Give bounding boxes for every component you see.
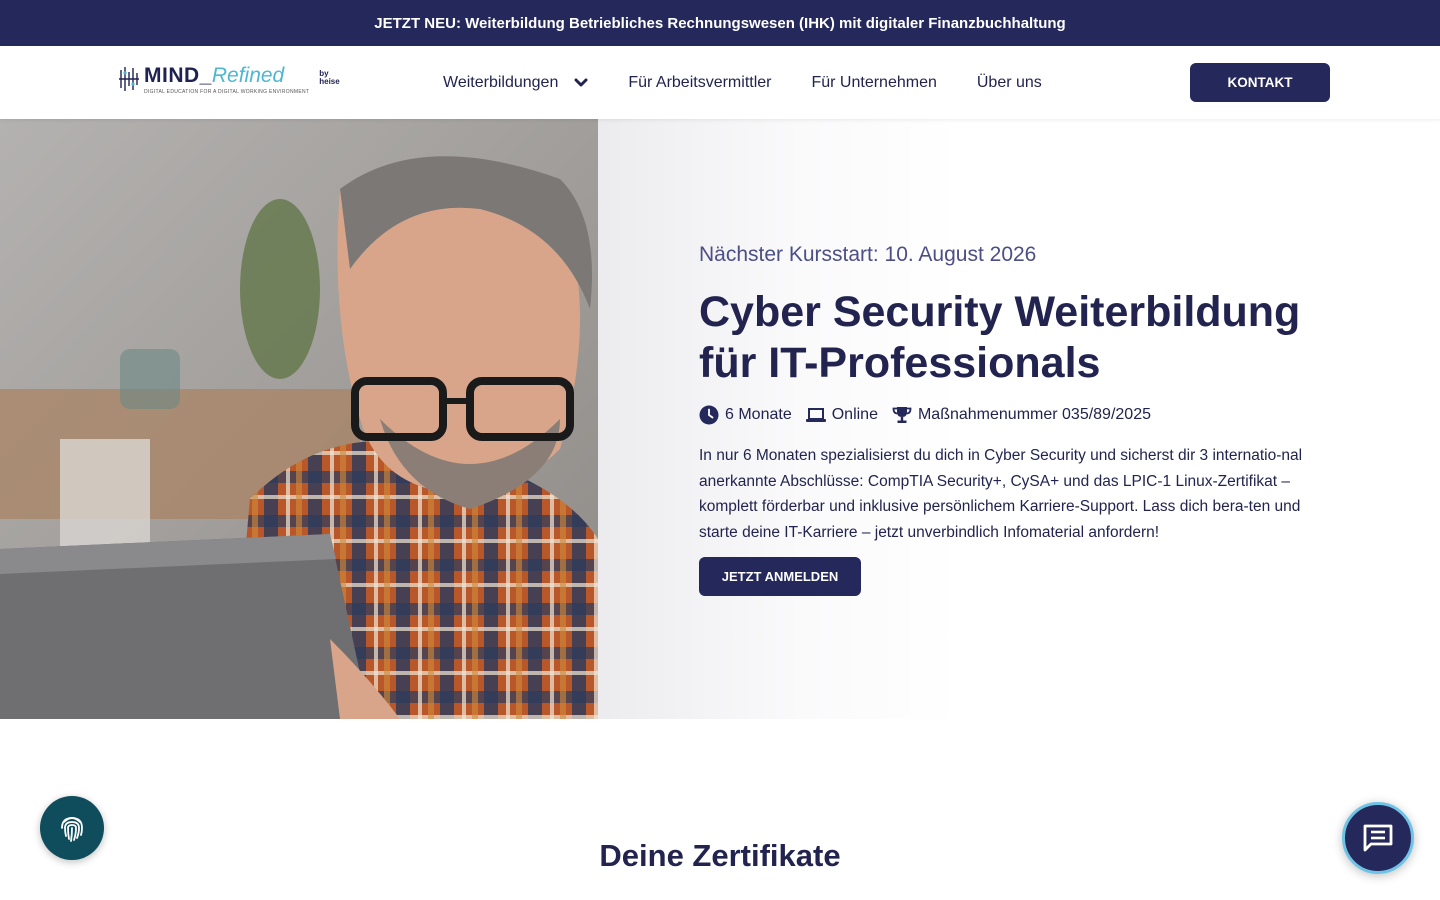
- laptop-icon: [805, 408, 826, 422]
- meta-format: Online: [805, 406, 878, 424]
- meta-format-text: Online: [831, 406, 878, 423]
- nav-item-weiterbildungen[interactable]: Weiterbildungen: [443, 74, 588, 92]
- meta-measure: Maßnahmenummer 035/89/2025: [892, 406, 1151, 424]
- nav-item-label: Über uns: [976, 73, 1042, 91]
- trophy-icon: [892, 407, 912, 423]
- logo-main: MIND_: [144, 64, 212, 87]
- announcement-text[interactable]: JETZT NEU: Weiterbildung Betriebliches R…: [374, 15, 1065, 32]
- clock-icon: [699, 405, 719, 425]
- hero-photo: [0, 119, 598, 719]
- page-title: Cyber Security Weiterbildung für IT-Prof…: [699, 287, 1339, 389]
- nav-item-label: Für Unternehmen: [811, 73, 937, 91]
- title-line-2: für IT-Professionals: [699, 339, 1101, 387]
- chevron-down-icon[interactable]: [574, 78, 588, 88]
- contact-button[interactable]: KONTAKT: [1190, 63, 1330, 102]
- next-course-start: Nächster Kursstart: 10. August 2026: [699, 243, 1037, 266]
- logo-mark-icon: [119, 67, 139, 91]
- logo-text: MIND_Refined DIGITAL EDUCATION FOR A DIG…: [144, 64, 309, 95]
- nav-item-ueber-uns[interactable]: Über uns: [977, 74, 1042, 92]
- title-line-1: Cyber Security Weiterbildung: [699, 288, 1301, 336]
- meta-measure-text: Maßnahmenummer 035/89/2025: [917, 406, 1151, 423]
- site-header: MIND_Refined DIGITAL EDUCATION FOR A DIG…: [0, 46, 1440, 119]
- meta-duration-text: 6 Monate: [725, 406, 792, 423]
- register-button[interactable]: JETZT ANMELDEN: [699, 557, 861, 596]
- fingerprint-icon: [61, 817, 83, 842]
- nav-item-label: Für Arbeitsvermittler: [628, 73, 772, 91]
- logo-accent: Refined: [211, 64, 285, 87]
- hero-section: Nächster Kursstart: 10. August 2026 Cybe…: [0, 119, 1440, 719]
- main-nav: Weiterbildungen Für Arbeitsvermittler Fü…: [443, 46, 1082, 119]
- meta-duration: 6 Monate: [699, 405, 792, 425]
- nav-item-arbeitsvermittler[interactable]: Für Arbeitsvermittler: [628, 74, 771, 92]
- course-meta: 6 Monate Online Maßnahmenummer 035/89/20…: [699, 405, 1339, 425]
- nav-item-unternehmen[interactable]: Für Unternehmen: [811, 74, 936, 92]
- nav-item-label: Weiterbildungen: [443, 73, 559, 91]
- logo-by: by heise: [319, 69, 340, 86]
- hero-content: Nächster Kursstart: 10. August 2026 Cybe…: [699, 243, 1339, 596]
- privacy-settings-button[interactable]: [40, 796, 104, 860]
- logo-tagline: DIGITAL EDUCATION FOR A DIGITAL WORKING …: [144, 89, 310, 95]
- announcement-bar[interactable]: JETZT NEU: Weiterbildung Betriebliches R…: [0, 0, 1440, 46]
- chat-icon: [1363, 824, 1393, 852]
- logo[interactable]: MIND_Refined DIGITAL EDUCATION FOR A DIG…: [118, 64, 340, 100]
- section-title: Deine Zertifikate: [599, 838, 841, 873]
- chat-button[interactable]: [1342, 802, 1414, 874]
- hero-description: In nur 6 Monaten spezialisierst du dich …: [699, 447, 1303, 541]
